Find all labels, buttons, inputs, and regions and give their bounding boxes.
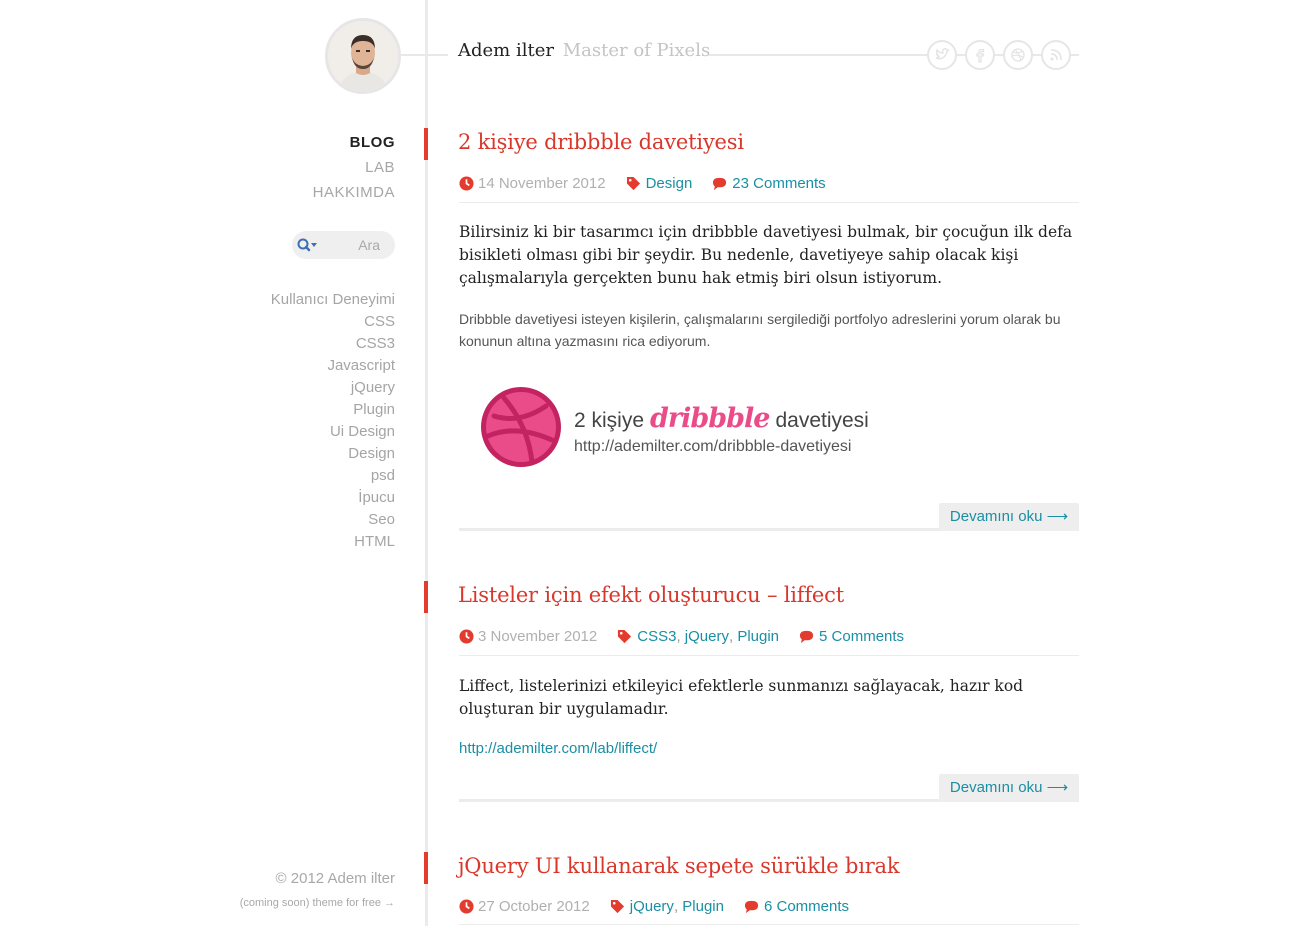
post-tag[interactable]: Plugin <box>682 898 724 915</box>
post-title[interactable]: 2 kişiye dribbble davetiyesi <box>458 130 744 154</box>
header-rule-left <box>400 54 448 56</box>
sidebar: BLOG LAB HAKKIMDA Ara Kullanıcı Deneyimi… <box>0 0 426 926</box>
post-title[interactable]: Listeler için efekt oluşturucu – liffect <box>458 583 844 607</box>
post-marker <box>424 581 428 613</box>
post-comments[interactable]: 23 Comments <box>732 175 825 192</box>
nav-hakkimda[interactable]: HAKKIMDA <box>313 180 395 205</box>
category-link[interactable]: Design <box>271 443 395 465</box>
twitter-icon[interactable] <box>927 40 957 70</box>
post-tag[interactable]: Plugin <box>737 628 779 645</box>
category-link[interactable]: Plugin <box>271 399 395 421</box>
post-marker <box>424 128 428 160</box>
post-date: 3 November 2012 <box>478 628 598 645</box>
post-tag[interactable]: CSS3 <box>637 628 676 645</box>
category-link[interactable]: Kullanıcı Deneyimi <box>271 289 395 311</box>
comment-icon <box>799 630 814 644</box>
rss-icon[interactable] <box>1041 40 1071 70</box>
post-meta: 27 October 2012 jQuery, Plugin 6 Comment… <box>459 898 849 915</box>
post-title[interactable]: jQuery UI kullanarak sepete sürükle bıra… <box>458 854 900 878</box>
clock-icon <box>459 899 474 914</box>
category-list: Kullanıcı Deneyimi CSS CSS3 Javascript j… <box>271 289 395 553</box>
read-more-button[interactable]: Devamını oku ⟶ <box>939 503 1079 531</box>
search-icon[interactable] <box>295 236 319 254</box>
post-marker <box>424 852 428 884</box>
category-link[interactable]: CSS3 <box>271 333 395 355</box>
category-link[interactable]: Javascript <box>271 355 395 377</box>
category-link[interactable]: Ui Design <box>271 421 395 443</box>
banner-url: http://ademilter.com/dribbble-davetiyesi <box>574 438 852 455</box>
banner-brand: dribbble <box>650 403 770 434</box>
avatar[interactable] <box>325 18 401 94</box>
meta-divider <box>459 202 1079 203</box>
theme-link[interactable]: (coming soon) theme for free → <box>240 897 395 909</box>
post-link[interactable]: http://ademilter.com/lab/liffect/ <box>459 740 657 757</box>
banner-post: davetiyesi <box>775 409 869 432</box>
post-tag[interactable]: jQuery <box>685 628 729 645</box>
nav-blog[interactable]: BLOG <box>313 130 395 155</box>
search-placeholder: Ara <box>358 237 380 253</box>
read-more-button[interactable]: Devamını oku ⟶ <box>939 774 1079 802</box>
clock-icon <box>459 629 474 644</box>
post-lead: Liffect, listelerinizi etkileyici efektl… <box>459 677 1024 718</box>
banner-headline: 2 kişiye dribbble davetiyesi <box>574 403 869 434</box>
tag-icon <box>618 629 632 644</box>
post-comments[interactable]: 6 Comments <box>764 898 849 915</box>
post-comments[interactable]: 5 Comments <box>819 628 904 645</box>
search-input[interactable]: Ara <box>292 231 395 259</box>
category-link[interactable]: Seo <box>271 509 395 531</box>
post-tag[interactable]: Design <box>646 175 693 192</box>
site-title[interactable]: Adem ilter Master of Pixels <box>458 40 710 61</box>
clock-icon <box>459 176 474 191</box>
social-links <box>927 40 1071 70</box>
post-lead: Bilirsiniz ki bir tasarımcı için dribbbl… <box>459 223 1073 287</box>
comment-icon <box>713 177 727 191</box>
tag-icon <box>626 176 640 191</box>
post-banner: 2 kişiye dribbble davetiyesi http://ademil… <box>480 378 920 474</box>
comment-icon <box>744 900 759 914</box>
site-tagline: Master of Pixels <box>562 40 711 61</box>
dribbble-icon[interactable] <box>1003 40 1033 70</box>
facebook-icon[interactable] <box>965 40 995 70</box>
meta-divider <box>459 924 1079 925</box>
category-link[interactable]: jQuery <box>271 377 395 399</box>
banner-pre: 2 kişiye <box>574 409 645 432</box>
site-name: Adem ilter <box>458 40 554 61</box>
copyright: © 2012 Adem ilter <box>275 870 395 887</box>
avatar-photo <box>328 21 398 91</box>
category-link[interactable]: CSS <box>271 311 395 333</box>
nav-lab[interactable]: LAB <box>313 155 395 180</box>
post-meta: 3 November 2012 CSS3, jQuery, Plugin 5 C… <box>459 628 904 645</box>
post-meta: 14 November 2012 Design 23 Comments <box>459 175 826 192</box>
dribbble-ball-icon <box>481 387 561 467</box>
post-date: 27 October 2012 <box>478 898 590 915</box>
category-link[interactable]: psd <box>271 465 395 487</box>
post-tag[interactable]: jQuery <box>630 898 674 915</box>
category-link[interactable]: HTML <box>271 531 395 553</box>
category-link[interactable]: İpucu <box>271 487 395 509</box>
tag-icon <box>610 899 624 914</box>
post-body: Dribbble davetiyesi isteyen kişilerin, ç… <box>459 311 1061 349</box>
main-nav: BLOG LAB HAKKIMDA <box>313 130 395 205</box>
meta-divider <box>459 655 1079 656</box>
post-date: 14 November 2012 <box>478 175 606 192</box>
